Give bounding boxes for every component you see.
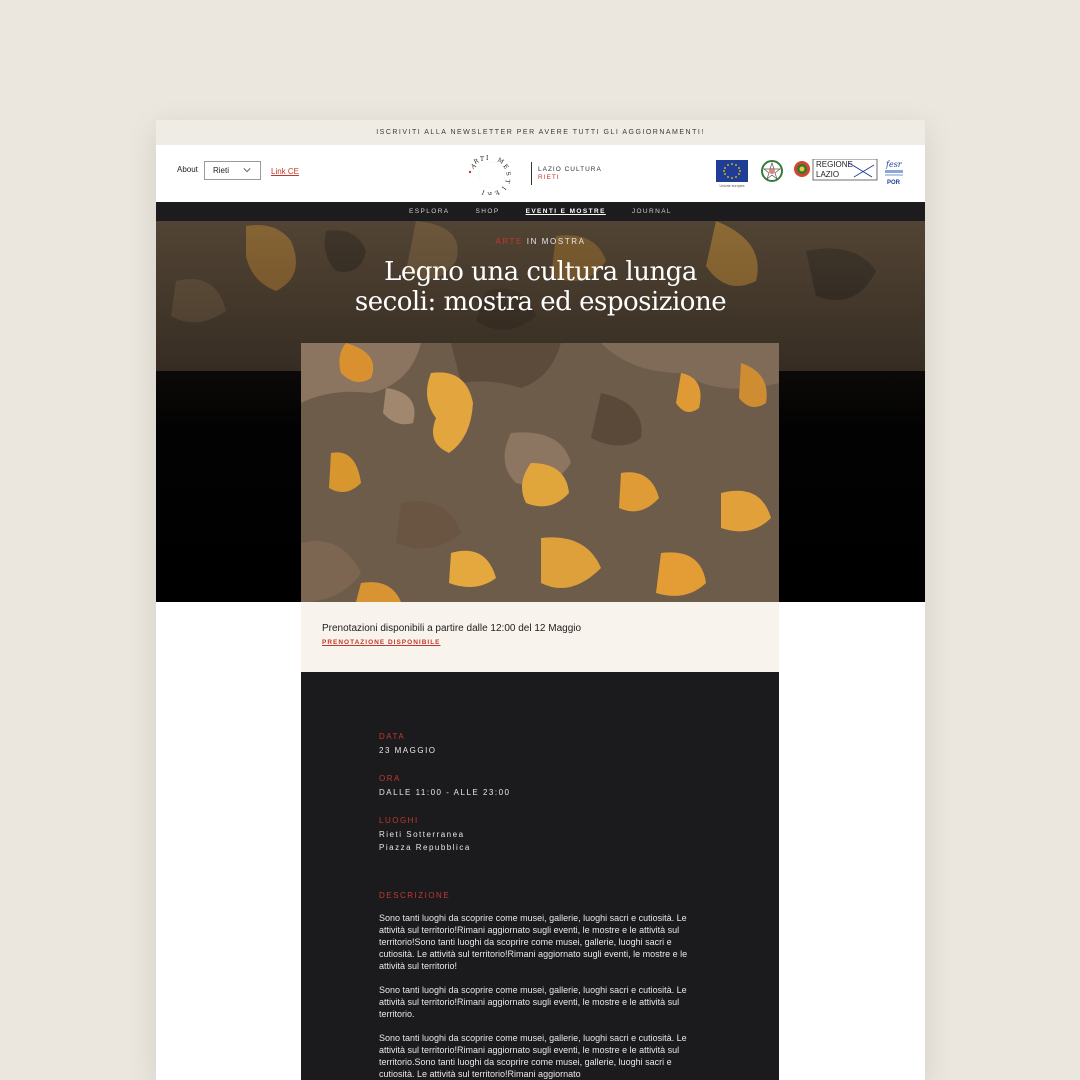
logo-subtitle: RIETI (538, 174, 560, 181)
fesr-por-logo[interactable]: fesr POR (882, 159, 906, 187)
nav-shop[interactable]: SHOP (476, 208, 500, 215)
page-title: Legno una cultura lunga secoli: mostra e… (156, 257, 925, 317)
page-title-line-2: secoli: mostra ed esposizione (354, 287, 727, 317)
booking-box: Prenotazioni disponibili a partire dalle… (301, 602, 779, 672)
eu-flag-logo[interactable] (716, 160, 748, 182)
ora-value: DALLE 11:00 - ALLE 23:00 (379, 788, 511, 797)
logo-text: LAZIO CULTURA RIETI (538, 166, 602, 182)
descrizione-label: DESCRIZIONE (379, 891, 451, 900)
svg-text:I: I (486, 155, 489, 162)
luoghi-label: LUOGHI (379, 816, 419, 825)
logo-title: LAZIO CULTURA (538, 166, 602, 173)
newsletter-bar[interactable]: ISCRIVITI ALLA NEWSLETTER PER AVERE TUTT… (156, 120, 925, 145)
svg-text:I: I (500, 185, 507, 191)
description-paragraph-3: Sono tanti luoghi da scoprire come musei… (379, 1033, 687, 1079)
newsletter-text[interactable]: ISCRIVITI ALLA NEWSLETTER PER AVERE TUTT… (376, 129, 705, 136)
page-title-line-1: Legno una cultura lunga (384, 257, 697, 287)
luoghi-value-1[interactable]: Rieti Sotterranea (379, 830, 465, 839)
nav-journal[interactable]: JOURNAL (632, 208, 672, 215)
booking-section: Prenotazioni disponibili a partire dalle… (156, 602, 925, 672)
data-label: DATA (379, 732, 406, 741)
city-select[interactable]: Rieti (204, 161, 261, 180)
data-value: 23 MAGGIO (379, 746, 437, 755)
chevron-down-icon (243, 168, 251, 173)
link-ce[interactable]: Link CE (271, 167, 299, 176)
svg-text:M: M (496, 157, 505, 166)
event-image (301, 343, 779, 602)
hero-kicker-category[interactable]: ARTE (495, 237, 523, 246)
nav-eventi-e-mostre[interactable]: EVENTI E MOSTRE (526, 208, 606, 215)
svg-text:fesr: fesr (885, 160, 903, 169)
about-link[interactable]: About (177, 165, 198, 174)
booking-info: Prenotazioni disponibili a partire dalle… (322, 623, 582, 634)
hero-kicker-rest: IN MOSTRA (522, 237, 586, 246)
booking-link[interactable]: PRENOTAZIONE DISPONIBILE (322, 639, 441, 646)
site-header: About Rieti Link CE A R T I M E S T I E … (156, 145, 925, 202)
luoghi-value-2[interactable]: Piazza Repubblica (379, 843, 471, 852)
hero-section: ARTE IN MOSTRA Legno una cultura lunga s… (156, 221, 925, 602)
description-paragraph-2: Sono tanti luoghi da scoprire come musei… (379, 985, 687, 1019)
svg-text:REGIONE: REGIONE (816, 160, 853, 169)
page-frame: ISCRIVITI ALLA NEWSLETTER PER AVERE TUTT… (156, 120, 925, 1080)
svg-text:I: I (480, 188, 485, 195)
eu-caption: Unione europea (719, 184, 745, 188)
hero-kicker: ARTE IN MOSTRA (156, 237, 925, 246)
svg-text:S: S (504, 171, 512, 176)
por-label: POR (887, 180, 901, 186)
city-select-value: Rieti (213, 166, 230, 175)
nav-esplora[interactable]: ESPLORA (409, 208, 450, 215)
italian-republic-emblem[interactable] (760, 159, 784, 183)
arti-mestieri-logo[interactable]: A R T I M E S T I E R I (464, 155, 526, 195)
svg-text:R: R (487, 190, 493, 195)
svg-text:LAZIO: LAZIO (816, 170, 839, 179)
svg-text:T: T (480, 156, 484, 163)
logo-separator (531, 162, 532, 185)
ora-label: ORA (379, 774, 401, 783)
svg-text:E: E (493, 188, 500, 195)
event-details: DATA 23 MAGGIO ORA DALLE 11:00 - ALLE 23… (301, 672, 779, 1080)
description-paragraph-1: Sono tanti luoghi da scoprire come musei… (379, 913, 688, 971)
main-nav: ESPLORA SHOP EVENTI E MOSTRE JOURNAL (156, 202, 925, 221)
regione-lazio-logo[interactable]: REGIONE LAZIO (794, 159, 878, 181)
svg-text:T: T (503, 179, 511, 184)
svg-text:E: E (501, 163, 509, 171)
